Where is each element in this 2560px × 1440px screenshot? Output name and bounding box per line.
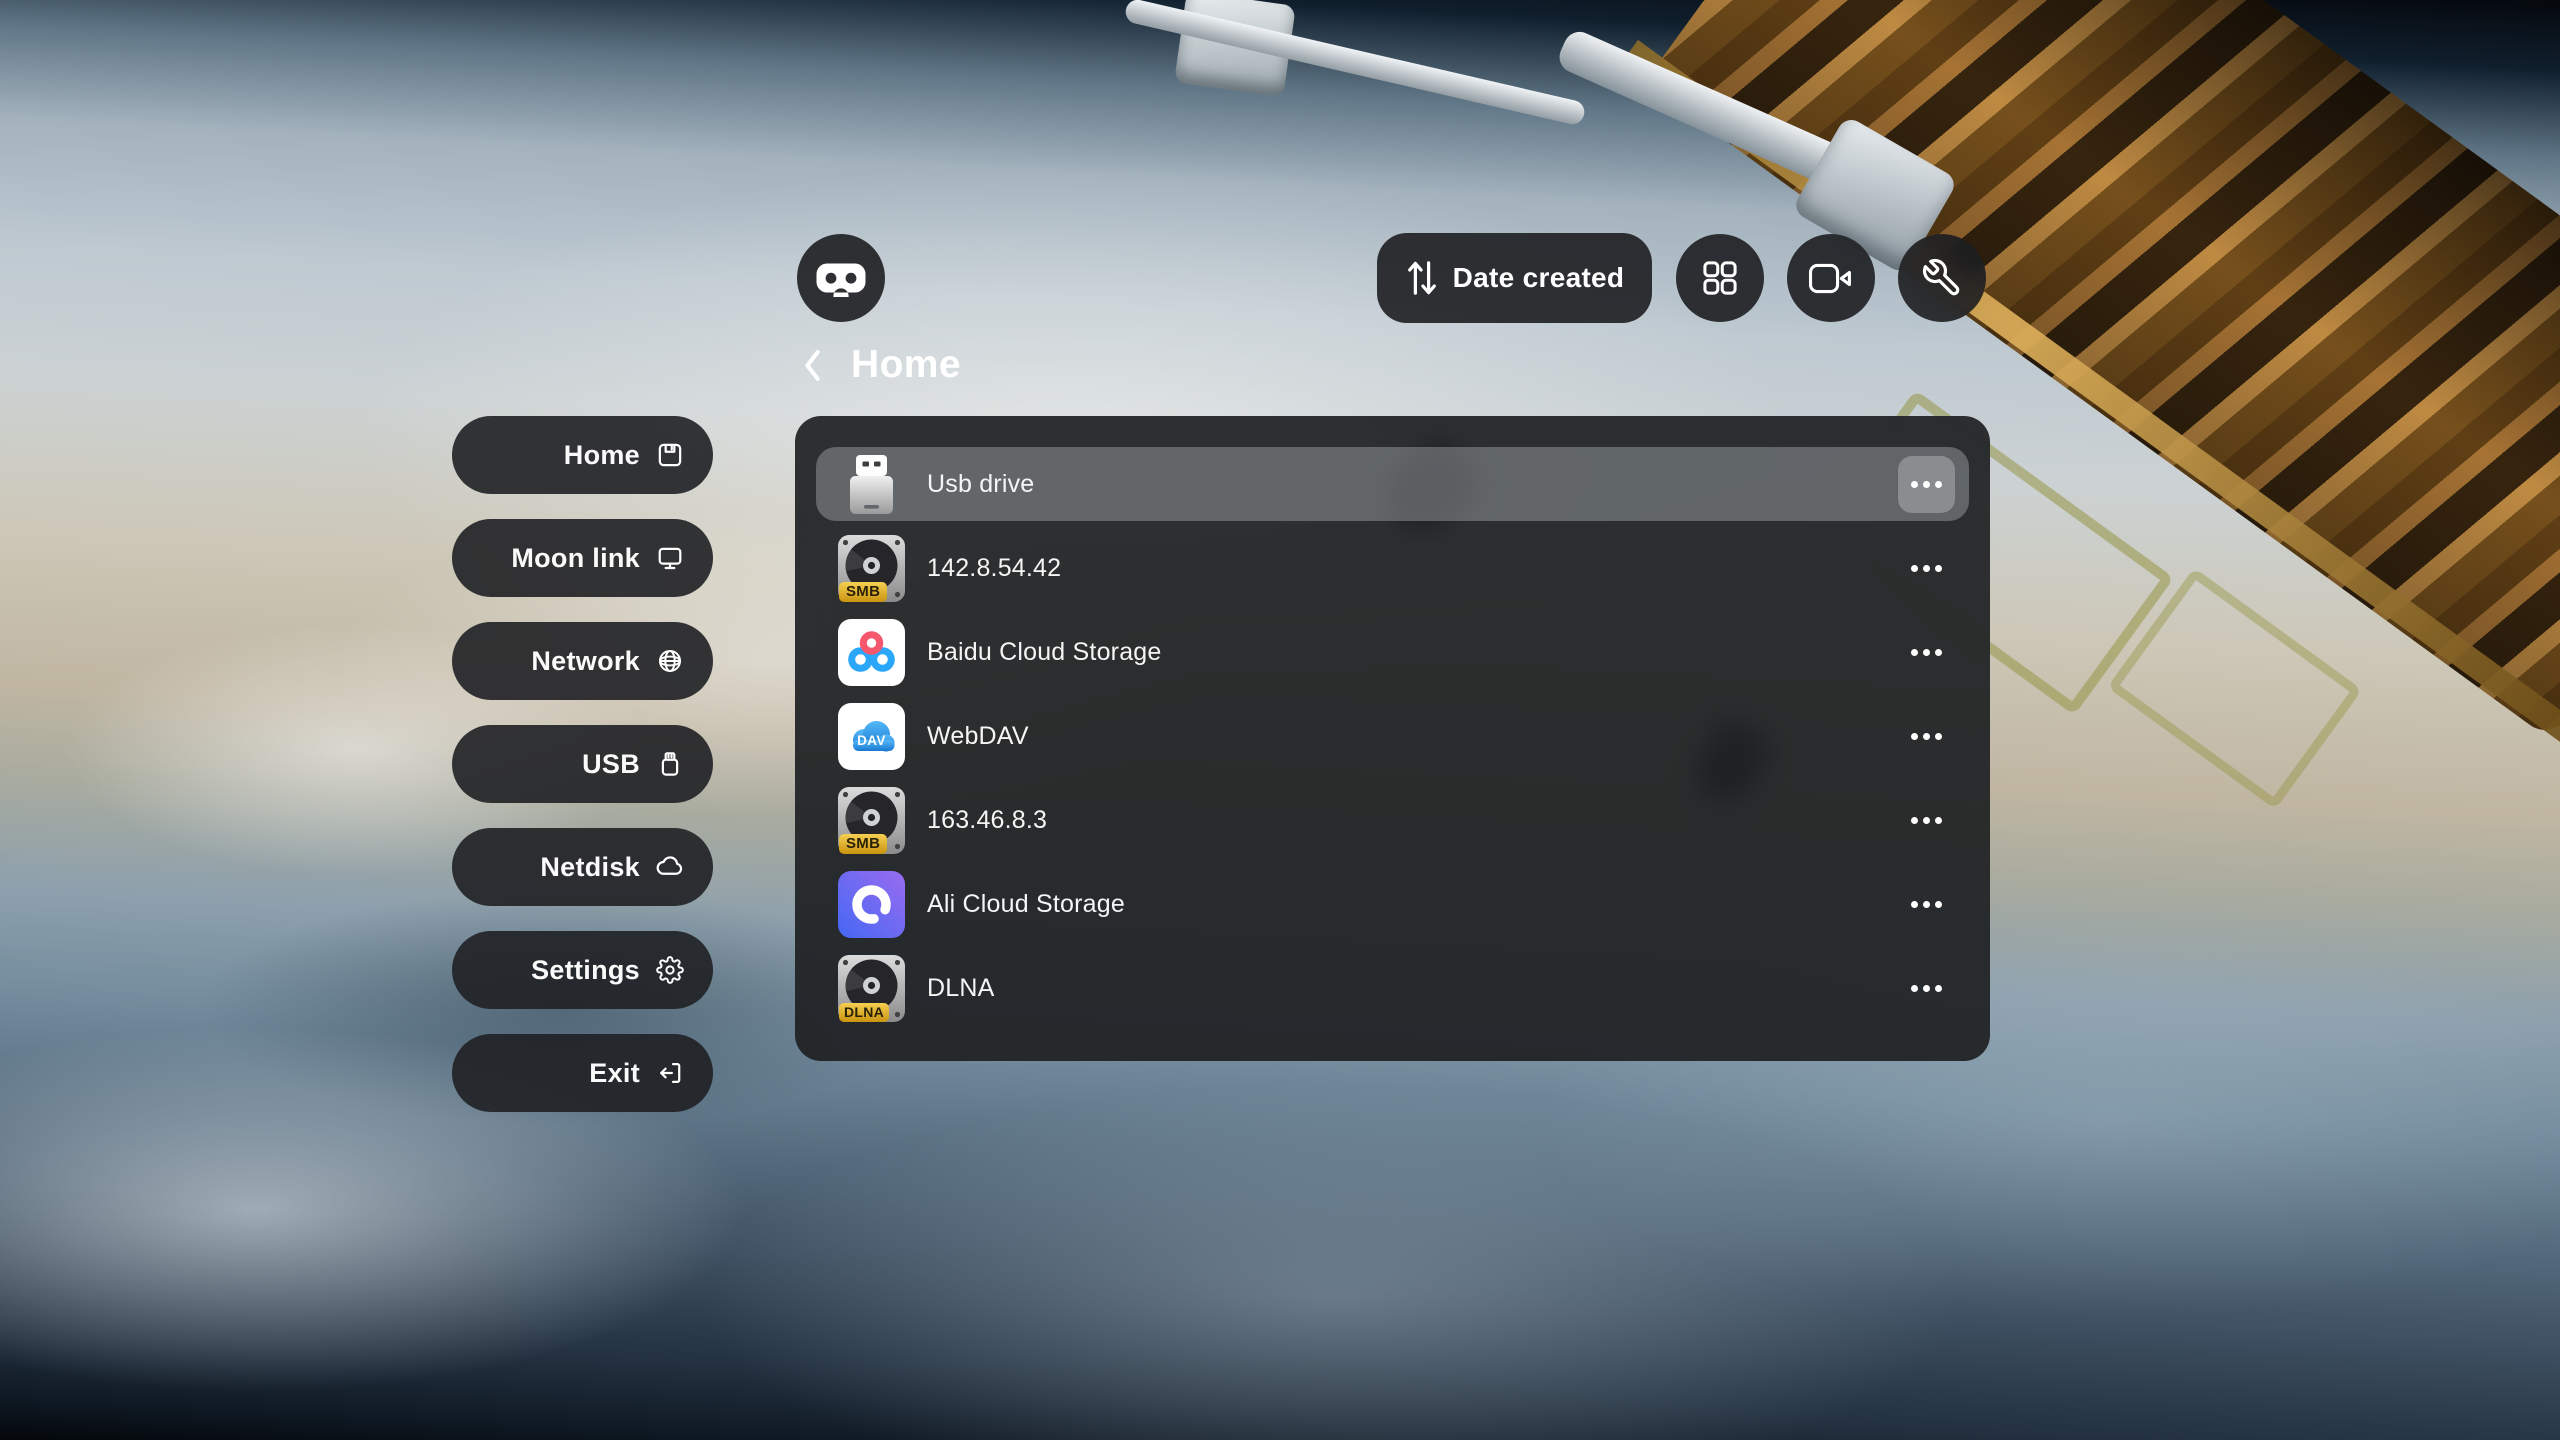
screen-record-button[interactable] (1787, 234, 1875, 322)
list-item-ali-cloud[interactable]: Ali Cloud Storage (816, 867, 1969, 941)
sort-button[interactable]: Date created (1377, 233, 1652, 323)
sort-arrows-icon (1405, 257, 1439, 299)
sidebar-item-label: Network (531, 646, 640, 677)
more-button[interactable] (1898, 540, 1955, 597)
ellipsis-icon (1911, 817, 1942, 824)
sidebar-item-label: Netdisk (540, 852, 640, 883)
list-item-webdav[interactable]: DAV WebDAV (816, 699, 1969, 773)
list-item-smb-163[interactable]: SMB 163.46.8.3 (816, 783, 1969, 857)
sidebar-item-moon-link[interactable]: Moon link (452, 519, 713, 597)
video-capture-icon (1808, 261, 1854, 296)
more-button[interactable] (1898, 792, 1955, 849)
list-item-dlna[interactable]: DLNA DLNA (816, 951, 1969, 1025)
sidebar-item-netdisk[interactable]: Netdisk (452, 828, 713, 906)
smb-disk-icon: SMB (835, 532, 908, 605)
exit-icon (656, 1059, 684, 1087)
list-item-usb-drive[interactable]: Usb drive (816, 447, 1969, 521)
list-item-smb-142[interactable]: SMB 142.8.54.42 (816, 531, 1969, 605)
ellipsis-icon (1911, 985, 1942, 992)
more-button[interactable] (1898, 708, 1955, 765)
sidebar-item-usb[interactable]: USB (452, 725, 713, 803)
more-button[interactable] (1898, 624, 1955, 681)
ellipsis-icon (1911, 565, 1942, 572)
vr-goggles-icon (815, 260, 867, 297)
list-item-label: Ali Cloud Storage (927, 890, 1125, 919)
usb-stick-icon (656, 750, 684, 778)
sidebar-item-label: Moon link (511, 543, 640, 574)
ellipsis-icon (1911, 733, 1942, 740)
sidebar-item-settings[interactable]: Settings (452, 931, 713, 1009)
smb-badge: SMB (839, 582, 887, 602)
more-button[interactable] (1898, 876, 1955, 933)
breadcrumb: Home (801, 340, 961, 390)
sidebar-item-exit[interactable]: Exit (452, 1034, 713, 1112)
smb-badge: SMB (839, 834, 887, 854)
sidebar-item-label: Home (564, 440, 640, 471)
list-item-label: DLNA (927, 974, 995, 1003)
robotic-arm-segment (1554, 27, 1845, 187)
more-button[interactable] (1898, 456, 1955, 513)
list-item-baidu-cloud[interactable]: Baidu Cloud Storage (816, 615, 1969, 689)
usb-drive-icon (835, 448, 908, 521)
grid-view-icon (1701, 259, 1739, 297)
tools-button[interactable] (1898, 234, 1986, 322)
gear-icon (656, 956, 684, 984)
dlna-badge: DLNA (839, 1003, 889, 1022)
sort-button-label: Date created (1453, 262, 1625, 294)
sidebar-item-label: Exit (589, 1058, 640, 1089)
sidebar: Home Moon link Network (452, 416, 713, 1112)
smb-disk-icon: SMB (835, 784, 908, 857)
sidebar-item-label: USB (582, 749, 640, 780)
dav-badge: DAV (835, 733, 908, 748)
ali-drive-icon (835, 868, 908, 941)
globe-icon (656, 647, 684, 675)
chevron-left-icon (801, 348, 824, 383)
sidebar-item-network[interactable]: Network (452, 622, 713, 700)
ellipsis-icon (1911, 481, 1942, 488)
list-item-label: 163.46.8.3 (927, 806, 1047, 835)
sidebar-item-home[interactable]: Home (452, 416, 713, 494)
dlna-disk-icon: DLNA (835, 952, 908, 1025)
list-item-label: WebDAV (927, 722, 1029, 751)
cloud-icon (656, 853, 684, 881)
back-button[interactable] (801, 348, 824, 383)
grid-view-button[interactable] (1676, 234, 1764, 322)
storage-list-panel: Usb drive SMB 142.8.54.42 (795, 416, 1990, 1061)
list-item-label: Usb drive (927, 470, 1034, 499)
page-title: Home (851, 343, 961, 387)
webdav-cloud-icon: DAV (835, 700, 908, 773)
baidu-netdisk-icon (835, 616, 908, 689)
ellipsis-icon (1911, 901, 1942, 908)
ellipsis-icon (1911, 649, 1942, 656)
list-item-label: Baidu Cloud Storage (927, 638, 1162, 667)
list-item-label: 142.8.54.42 (927, 554, 1061, 583)
wrench-icon (1921, 257, 1963, 299)
monitor-icon (656, 544, 684, 572)
more-button[interactable] (1898, 960, 1955, 1017)
sidebar-item-label: Settings (531, 955, 640, 986)
vr-mode-button[interactable] (797, 234, 885, 322)
floppy-icon (656, 441, 684, 469)
